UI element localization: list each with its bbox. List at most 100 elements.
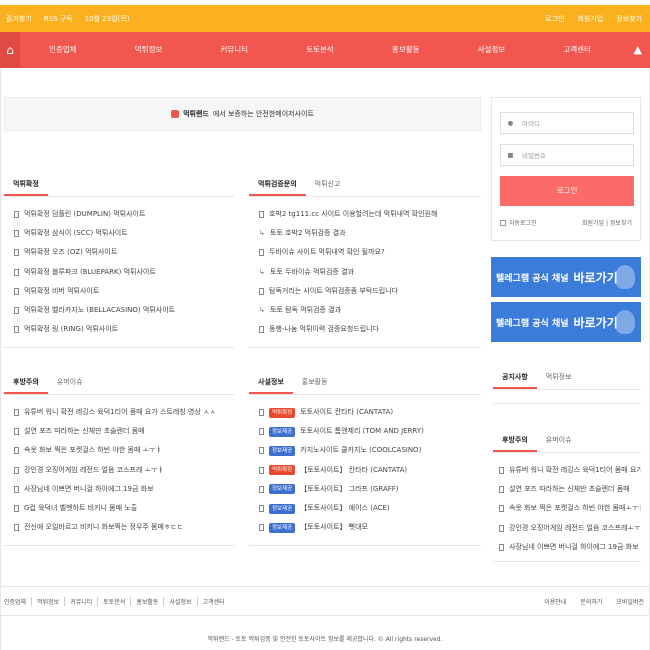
footer-link[interactable]: 고객센터 <box>198 597 230 606</box>
tab-verification-inquiry[interactable]: 먹튀검증문의 <box>249 171 306 196</box>
tab-private-info[interactable]: 사설정보 <box>249 369 293 394</box>
list-item[interactable]: 강인경 오징어게임 레전드 얼음 코스프레 ㅗㅜㅑ <box>4 461 234 480</box>
tab-promotion[interactable]: 홍보활동 <box>293 369 337 394</box>
list-item[interactable]: 호박2 tg111.cc 사이트 이용할려는데 먹튀내역 확인원해 <box>249 205 481 224</box>
nav-item-scam-info[interactable]: 먹튀정보 <box>106 32 192 68</box>
list-item[interactable]: 먹튀확정 토토사이트 칸타타 (CANTATA) <box>249 403 481 422</box>
bell-icon[interactable]: ▲ <box>634 43 642 56</box>
list-item[interactable]: 먹튀확정 블루파크 (BLUEPARK) 먹튀사이트 <box>4 263 234 282</box>
private-info-tabs: 사설정보 홍보활동 <box>249 369 481 395</box>
list-item[interactable]: 먹튀확정 오즈 (OZ) 먹튀사이트 <box>4 243 234 262</box>
list-item[interactable]: 사장님네 이쁘면 버니걸 하이에그 19금 화보 <box>493 538 641 557</box>
id-field[interactable]: ● 아이디 <box>500 112 634 134</box>
list-item[interactable]: 전신에 오일바르고 비키니 화보찍는 정우주 몸매ㅎㄷㄷ <box>4 518 234 537</box>
footer-link[interactable]: 사설정보 <box>164 597 198 606</box>
login-button[interactable]: 로그인 <box>500 176 634 206</box>
list-item[interactable]: 동행-나눔 먹튀이력 검증요청드립니다 <box>249 320 481 339</box>
list-item[interactable]: 설연 포즈 따라하는 신체만 초슬렌더 몸매 <box>493 480 641 499</box>
nav-item-community[interactable]: 커뮤니티 <box>191 32 277 68</box>
verification-box: 먹튀검증문의 먹튀신고 호박2 tg111.cc 사이트 이용할려는데 먹튀내역… <box>249 171 481 348</box>
guide-link[interactable]: 이용안내 <box>544 597 566 606</box>
list-item[interactable]: 속옷 화보 찍은 포켓걸스 하빈 야한 몸매ㅗㅜㅑ <box>493 499 641 518</box>
auto-login-checkbox[interactable]: 자동로그인 <box>500 218 537 227</box>
home-icon[interactable]: ⌂ <box>0 32 20 68</box>
tab-confirmed-scam[interactable]: 먹튀확정 <box>4 171 48 196</box>
list-item[interactable]: ↳ 토토 두바이슈 먹튀검증 결과 <box>249 263 481 282</box>
find-account-link[interactable]: 정보찾기 <box>616 14 642 24</box>
tab-humor[interactable]: 유머이슈 <box>537 427 581 452</box>
tab-scam-report[interactable]: 먹튀신고 <box>306 171 350 196</box>
footer-utility: 이용안내 문의하기 모바일버전 <box>544 597 644 606</box>
nav-item-support[interactable]: 고객센터 <box>534 32 620 68</box>
telegram-banner-1[interactable]: 텔레그램 공식 채널 바로가기 <box>491 257 641 297</box>
telegram-cta: 바로가기 <box>573 270 618 285</box>
tab-notice[interactable]: 공지사항 <box>493 364 537 389</box>
document-icon <box>14 485 19 493</box>
banner-text: 에서 보증하는 안전한메이저사이트 <box>212 110 314 118</box>
password-field[interactable]: ■ 비밀번호 <box>500 144 634 166</box>
guarantee-banner[interactable]: 먹튀랜드 에서 보증하는 안전한메이저사이트 <box>4 97 481 131</box>
document-icon <box>259 447 264 455</box>
list-item[interactable]: 먹튀확정 비버 먹튀사이트 <box>4 282 234 301</box>
document-icon <box>14 447 19 455</box>
list-item-text: 설연 포즈 따라하는 신체만 초슬렌더 몸매 <box>509 485 630 494</box>
list-item-text: 【토토사이트】 에이스 (ACE) <box>300 503 390 512</box>
list-item[interactable]: 사장님네 이쁘면 버니걸 하이에그 19금 화보 <box>4 480 234 499</box>
list-item[interactable]: 유튜버 워니 확전 레깅스 육덕1티어 몸매 요가 스... <box>493 461 641 480</box>
list-item[interactable]: 강인경 오징어게임 레전드 얼음 코스프레ㅗㅜㅑ <box>493 519 641 538</box>
nav-item-certified[interactable]: 인증업체 <box>20 32 106 68</box>
list-item[interactable]: 정보제공 【토토사이트】 그라프 (GRAFF) <box>249 480 481 499</box>
footer-link[interactable]: 토토분석 <box>98 597 132 606</box>
bookmark-link[interactable]: 즐겨찾기 <box>6 14 32 24</box>
login-box: ● 아이디 ■ 비밀번호 로그인 자동로그인 회원가입 | 정보찾기 <box>491 97 641 241</box>
login-links[interactable]: 회원가입 | 정보찾기 <box>582 218 632 227</box>
list-item-text: 먹튀확정 벨라카지노 (BELLACASINO) 먹튀사이트 <box>24 305 176 314</box>
nav-items: 인증업체 먹튀정보 커뮤니티 토토분석 홍보활동 사설정보 고객센터 <box>20 32 620 68</box>
tab-caution[interactable]: 후방주의 <box>493 427 537 452</box>
list-item[interactable]: 설연 포즈 따라하는 신체만 초슬렌더 몸매 <box>4 422 234 441</box>
list-item[interactable]: ↳ 토토 탐독 먹튀검증 결과 <box>249 301 481 320</box>
list-item[interactable]: 정보제공 【토토사이트】 뻣대모 <box>249 518 481 537</box>
list-item-text: 카지노사이트 쿨카지노 (COOLCASINO) <box>300 446 422 455</box>
tab-caution[interactable]: 후방주의 <box>4 369 48 394</box>
login-link[interactable]: 로그인 <box>545 14 564 24</box>
status-badge: 정보제공 <box>269 522 296 533</box>
list-item[interactable]: 유튜버 워니 확전 레깅스 육덕1티어 몸매 요가 스트레칭 영상 ㅅㅅ <box>4 403 234 422</box>
list-item[interactable]: G컵 육덕녀 벨벳하트 비키니 몸매 노출 <box>4 499 234 518</box>
list-item[interactable]: 정보제공 토토사이트 톰앤제리 (TOM AND JERRY) <box>249 422 481 441</box>
list-item[interactable]: 먹튀확정 【토토사이트】 칸타타 (CANTATA) <box>249 461 481 480</box>
mobile-version-link[interactable]: 모바일버전 <box>616 597 644 606</box>
list-item[interactable]: 먹튀확정 링 (RING) 먹튀사이트 <box>4 320 234 339</box>
list-item[interactable]: 정보제공 카지노사이트 쿨카지노 (COOLCASINO) <box>249 441 481 460</box>
tab-humor[interactable]: 유머이슈 <box>48 369 92 394</box>
contact-link[interactable]: 문의하기 <box>580 597 602 606</box>
list-item[interactable]: ↳ 토토 호박2 먹튀검증 결과 <box>249 224 481 243</box>
list-item[interactable]: 먹튀확정 덤플린 (DUMPLIN) 먹튀사이트 <box>4 205 234 224</box>
signup-link[interactable]: 회원가입 <box>577 14 603 24</box>
reply-arrow-icon: ↳ <box>259 305 265 314</box>
document-icon <box>259 249 264 257</box>
list-item[interactable]: 탐독거리는 사이트 먹튀검증좀 부탁드립니다 <box>249 282 481 301</box>
nav-item-promotion[interactable]: 홍보활동 <box>363 32 449 68</box>
footer-link[interactable]: 홍보활동 <box>131 597 165 606</box>
list-item-text: 먹튀확정 덤플린 (DUMPLIN) 먹튀사이트 <box>24 210 146 218</box>
tab-scam-info[interactable]: 먹튀정보 <box>537 364 581 389</box>
footer-link[interactable]: 먹튀정보 <box>32 597 66 606</box>
list-item-text: 먹튀확정 비버 먹튀사이트 <box>24 286 100 295</box>
list-item[interactable]: 두바이슈 사이트 먹튀내역 확인 될까요? <box>249 243 481 262</box>
footer-links: 인증업체 먹튀정보 커뮤니티 토토분석 홍보활동 사설정보 고객센터 이용안내 … <box>0 586 650 616</box>
list-item[interactable]: 정보제공 【토토사이트】 에이스 (ACE) <box>249 499 481 518</box>
telegram-banner-2[interactable]: 텔레그램 공식 채널 바로가기 <box>491 302 641 342</box>
nav-item-private-info[interactable]: 사설정보 <box>449 32 535 68</box>
nav-item-analysis[interactable]: 토토분석 <box>277 32 363 68</box>
list-item[interactable]: 먹튀확정 삼식이 (SCC) 먹튀사이트 <box>4 224 234 243</box>
footer-link[interactable]: 커뮤니티 <box>65 597 99 606</box>
caution-box: 후방주의 유머이슈 유튜버 워니 확전 레깅스 육덕1티어 몸매 요가 스트레칭… <box>4 369 234 546</box>
list-item[interactable]: 먹튀확정 벨라카지노 (BELLACASINO) 먹튀사이트 <box>4 301 234 320</box>
list-item-text: 탐독거리는 사이트 먹튀검증좀 부탁드립니다 <box>269 286 399 295</box>
copyright-text: 먹튀랜드 - 토토 먹튀검증 및 안전한 토토사이트 정보를 제공합니다. © … <box>207 636 443 643</box>
footer-link[interactable]: 인증업체 <box>4 597 33 606</box>
rss-link[interactable]: RSS 구독 <box>44 14 73 24</box>
list-item-text: 먹튀확정 링 (RING) 먹튀사이트 <box>24 325 119 334</box>
list-item[interactable]: 속옷 화보 찍은 포켓걸스 하빈 야한 몸매 ㅗㅜㅑ <box>4 441 234 460</box>
